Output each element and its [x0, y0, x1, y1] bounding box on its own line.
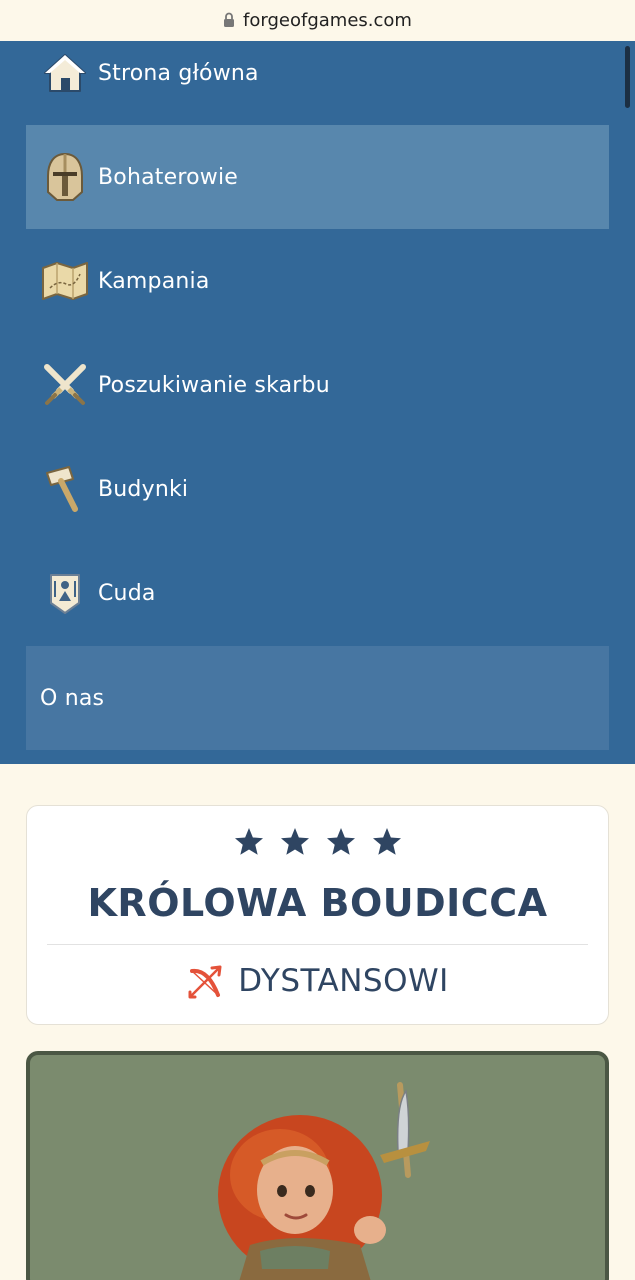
menu-item-label: Cuda — [98, 580, 156, 606]
nav-menu: Strona główna Bohaterowie Kampania Poszu… — [0, 41, 635, 764]
menu-item-label: Kampania — [98, 268, 210, 294]
hero-portrait — [26, 1051, 609, 1280]
helmet-icon — [39, 151, 91, 203]
menu-item-heroes[interactable]: Bohaterowie — [26, 125, 609, 229]
bow-icon — [188, 965, 222, 999]
star-icon — [326, 828, 355, 855]
hero-class: DYSTANSOWI — [27, 961, 608, 1001]
star-rating — [27, 826, 608, 858]
menu-item-label: O nas — [40, 685, 105, 711]
home-icon — [39, 47, 91, 99]
menu-item-label: Bohaterowie — [98, 164, 239, 190]
star-icon — [280, 828, 309, 855]
menu-item-about[interactable]: O nas — [26, 646, 609, 750]
divider — [47, 944, 588, 945]
menu-item-label: Strona główna — [98, 60, 259, 86]
menu-item-home[interactable]: Strona główna — [26, 21, 609, 125]
menu-item-label: Budynki — [98, 476, 189, 502]
star-icon — [372, 828, 401, 855]
hero-illustration — [218, 1082, 430, 1280]
hero-class-label: DYSTANSOWI — [238, 963, 449, 999]
hammer-icon — [39, 463, 91, 515]
hero-info-card: KRÓLOWA BOUDICCA DYSTANSOWI — [26, 805, 609, 1025]
hero-name: KRÓLOWA BOUDICCA — [87, 881, 548, 925]
menu-item-wonders[interactable]: Cuda — [26, 541, 609, 645]
star-icon — [234, 828, 263, 855]
menu-item-campaign[interactable]: Kampania — [26, 229, 609, 333]
menu-item-treasure-hunt[interactable]: Poszukiwanie skarbu — [26, 333, 609, 437]
menu-item-label: Poszukiwanie skarbu — [98, 372, 330, 398]
scrollbar-thumb[interactable] — [625, 46, 630, 108]
menu-item-buildings[interactable]: Budynki — [26, 437, 609, 541]
crossed-swords-icon — [39, 359, 91, 411]
map-icon — [39, 255, 91, 307]
wonder-icon — [39, 567, 91, 619]
